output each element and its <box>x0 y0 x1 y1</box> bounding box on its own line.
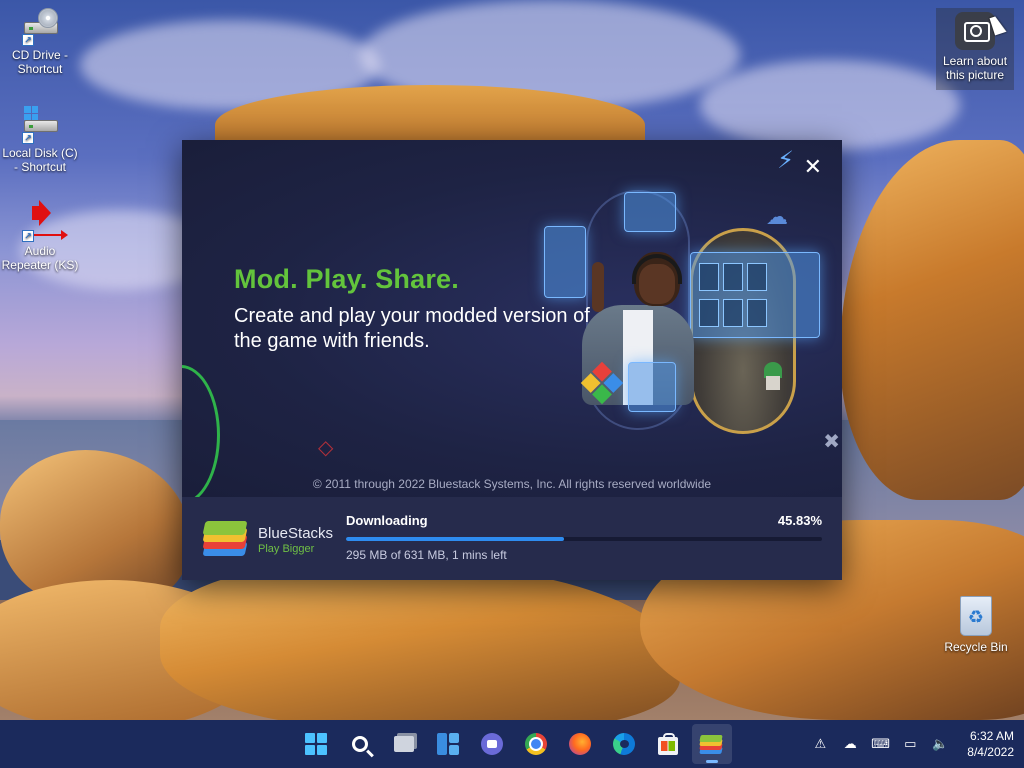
cloud-icon: ☁ <box>766 204 788 229</box>
clock-time: 6:32 AM <box>969 729 1014 743</box>
recycle-bin-icon <box>960 596 992 636</box>
plant-icon <box>762 362 784 392</box>
progress-fill <box>346 537 565 541</box>
boost-icon[interactable]: ⚡ <box>777 146 794 175</box>
firefox-icon <box>569 733 591 755</box>
promo-headline: Mod. Play. Share. <box>234 264 459 294</box>
desktop-icon-local-disk[interactable]: ↗ Local Disk (C) - Shortcut <box>0 104 80 174</box>
bluestacks-logo-icon <box>202 521 248 559</box>
desktop-icon-audio-repeater[interactable]: ↗ Audio Repeater (KS) <box>0 200 80 272</box>
store-button[interactable] <box>648 724 688 764</box>
start-icon <box>305 733 327 755</box>
start-button[interactable] <box>296 724 336 764</box>
edge-icon <box>613 733 635 755</box>
gem-icon: ◇ <box>318 437 334 459</box>
desktop-icon-recycle-bin[interactable]: Recycle Bin <box>940 596 1012 654</box>
brand-tagline: Play Bigger <box>258 543 315 555</box>
clock[interactable]: 6:32 AM 8/4/2022 <box>967 728 1014 760</box>
learn-about-picture-label: Learn about this picture <box>942 54 1008 82</box>
decorative-x-icon: ✖ <box>823 431 840 453</box>
progress-bar <box>346 537 822 541</box>
network-icon[interactable]: ▭ <box>901 736 919 752</box>
download-status: Downloading <box>346 513 428 528</box>
local-disk-icon: ↗ <box>20 104 60 144</box>
system-tray: ⚠ ☁ ⌨ ▭ 🔈 6:32 AM 8/4/2022 <box>811 720 1014 768</box>
close-button[interactable]: ✕ <box>804 154 822 180</box>
download-panel: BlueStacks Play Bigger Downloading 45.83… <box>182 497 842 580</box>
download-detail: 295 MB of 631 MB, 1 mins left <box>346 548 507 562</box>
teams-chat-button[interactable] <box>472 724 512 764</box>
chrome-icon <box>525 733 547 755</box>
security-warning-icon[interactable]: ⚠ <box>811 736 829 752</box>
edge-button[interactable] <box>604 724 644 764</box>
promo-banner: ◇ ✖ ☁ Mod. Play. Share. Create and play … <box>182 140 842 505</box>
promo-subline: Create and play your modded version of t… <box>234 305 590 352</box>
copyright-text: © 2011 through 2022 Bluestack Systems, I… <box>312 477 712 491</box>
hammer-card <box>544 226 586 298</box>
bluestacks-taskbar-button[interactable] <box>692 724 732 764</box>
volume-icon[interactable]: 🔈 <box>931 736 949 752</box>
green-hat-card <box>628 362 676 412</box>
search-button[interactable] <box>340 724 380 764</box>
desktop-icon-cd-drive[interactable]: ↗ CD Drive - Shortcut <box>0 6 80 76</box>
bluestacks-installer-window: ◇ ✖ ☁ Mod. Play. Share. Create and play … <box>182 140 842 580</box>
search-icon <box>352 736 368 752</box>
task-view-button[interactable] <box>384 724 424 764</box>
desktop-icon-label: Audio Repeater (KS) <box>1 244 79 272</box>
firefox-button[interactable] <box>560 724 600 764</box>
teams-chat-icon <box>481 733 503 755</box>
recycle-bin-label: Recycle Bin <box>944 640 1008 654</box>
download-percent: 45.83% <box>777 513 822 528</box>
chrome-button[interactable] <box>516 724 556 764</box>
brand-name: BlueStacks <box>258 525 334 542</box>
clock-date: 8/4/2022 <box>967 745 1014 759</box>
cd-drive-icon: ↗ <box>20 6 60 46</box>
widgets-icon <box>437 733 459 755</box>
desktop-icon-label: Local Disk (C) - Shortcut <box>2 146 78 174</box>
viking-helmet-card <box>624 192 676 232</box>
taskbar: ⚠ ☁ ⌨ ▭ 🔈 6:32 AM 8/4/2022 <box>0 720 1024 768</box>
keyboard-icon[interactable]: ⌨ <box>871 736 890 752</box>
desktop-icon-label: CD Drive - Shortcut <box>12 48 68 76</box>
inventory-grid-card <box>690 252 820 338</box>
cloud-offline-icon[interactable]: ☁ <box>841 736 859 752</box>
task-view-icon <box>394 736 414 752</box>
audio-repeater-icon: ↗ <box>20 200 68 242</box>
bluestacks-icon <box>699 734 724 754</box>
widgets-button[interactable] <box>428 724 468 764</box>
store-icon <box>658 732 678 755</box>
